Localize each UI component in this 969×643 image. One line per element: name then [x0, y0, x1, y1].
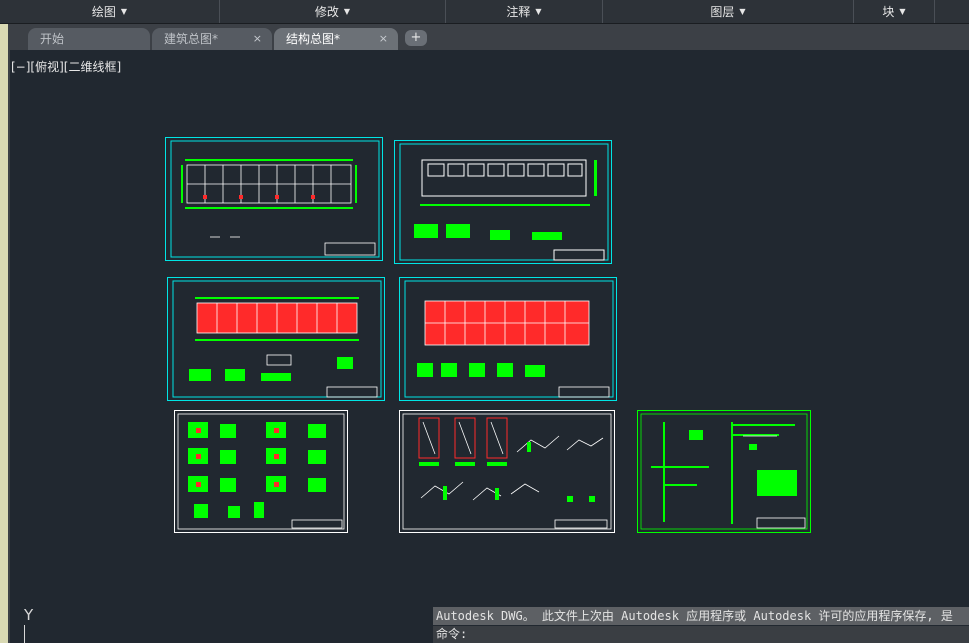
ucs-y-axis-icon	[24, 625, 25, 643]
drawing-sheet-3[interactable]	[167, 277, 385, 401]
drawing-sheet-2[interactable]	[394, 140, 612, 264]
drawing-sheet-6[interactable]	[399, 410, 615, 533]
ribbon-panel-modify[interactable]: 修改 ▼	[220, 0, 446, 23]
tab-start[interactable]: 开始	[28, 28, 150, 50]
command-history-text: Autodesk DWG。 此文件上次由 Autodesk 应用程序或 Auto…	[433, 607, 969, 625]
tab-structure-plan[interactable]: 结构总图* ×	[274, 28, 398, 50]
chevron-down-icon: ▼	[120, 7, 128, 16]
close-icon[interactable]: ×	[379, 28, 388, 50]
drawing-sheet-5[interactable]	[174, 410, 348, 533]
ribbon-panel-layers[interactable]: 图层 ▼	[603, 0, 854, 23]
drawing-sheet-4[interactable]	[399, 277, 617, 401]
sheet-drawing-graphic	[637, 410, 811, 533]
close-icon[interactable]: ×	[253, 28, 262, 50]
ribbon-panel-block[interactable]: 块 ▼	[854, 0, 935, 23]
chevron-down-icon: ▼	[535, 7, 542, 16]
drawing-sheet-7[interactable]	[637, 410, 811, 533]
drawing-sheet-1[interactable]	[165, 137, 383, 261]
ribbon-panel-bar: 绘图 ▼ 修改 ▼ 注释 ▼ 图层 ▼ 块 ▼	[0, 0, 969, 24]
ucs-y-axis-label: Y	[24, 606, 34, 624]
chevron-down-icon: ▼	[739, 7, 746, 16]
file-tab-bar: 开始 建筑总图* × 结构总图* ×	[0, 24, 969, 50]
tab-architecture-plan[interactable]: 建筑总图* ×	[152, 28, 272, 50]
add-tab-button[interactable]: +	[405, 30, 427, 46]
viewport-controls-label[interactable]: [−][俯视][二维线框]	[11, 58, 121, 75]
left-edge-strip	[0, 24, 8, 643]
sheet-drawing-graphic	[174, 410, 348, 533]
sheet-drawing-graphic	[399, 277, 617, 401]
sheet-drawing-graphic	[165, 137, 383, 261]
chevron-down-icon: ▼	[343, 7, 351, 16]
sheet-drawing-graphic	[399, 410, 615, 533]
ribbon-panel-annotate[interactable]: 注释 ▼	[446, 0, 603, 23]
ribbon-panel-draw[interactable]: 绘图 ▼	[0, 0, 220, 23]
chevron-down-icon: ▼	[899, 7, 906, 16]
command-input[interactable]: 命令:	[433, 626, 969, 643]
sheet-drawing-graphic	[167, 277, 385, 401]
sheet-drawing-graphic	[394, 140, 612, 264]
